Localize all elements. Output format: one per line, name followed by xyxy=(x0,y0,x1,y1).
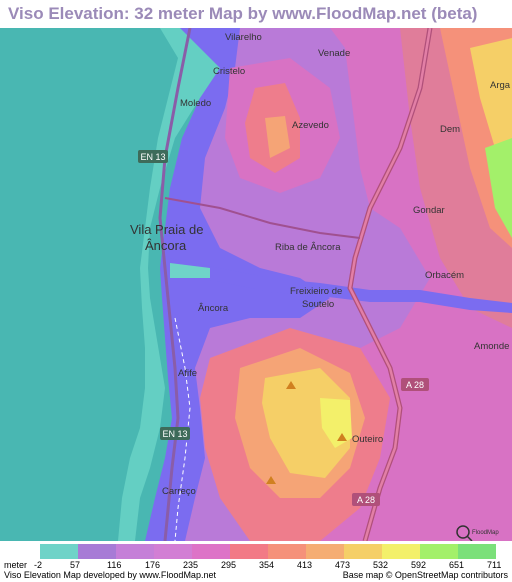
legend-label: 116 xyxy=(107,560,122,570)
place-label: Moledo xyxy=(180,98,211,109)
place-label: Soutelo xyxy=(302,299,334,310)
legend-color-bar xyxy=(40,544,496,559)
legend-label: 354 xyxy=(259,560,275,570)
road-shield-label: A 28 xyxy=(406,380,424,390)
legend-label: 651 xyxy=(449,560,465,570)
place-label: Arga xyxy=(490,80,511,91)
elevation-map[interactable]: EN 13 A 28 EN 13 A 28 Vilarelho Venade C… xyxy=(0,28,512,541)
road-shield-a28-lower: A 28 xyxy=(352,493,380,506)
place-label-town: Vila Praia de xyxy=(130,222,203,237)
road-shield-en13-north: EN 13 xyxy=(138,150,168,163)
place-label: Âncora xyxy=(198,303,229,314)
road-shield-label: A 28 xyxy=(357,495,375,505)
legend-swatch xyxy=(458,544,496,559)
legend-swatch xyxy=(40,544,78,559)
legend-swatch xyxy=(78,544,116,559)
place-label: Outeiro xyxy=(352,434,383,445)
legend-swatch xyxy=(344,544,382,559)
legend-label: 235 xyxy=(183,560,199,570)
legend-swatch xyxy=(154,544,192,559)
legend-swatch xyxy=(268,544,306,559)
footer-credit: Viso Elevation Map developed by www.Floo… xyxy=(4,570,216,580)
place-label: Orbacém xyxy=(425,270,464,281)
legend-swatch xyxy=(382,544,420,559)
legend-label: 413 xyxy=(297,560,313,570)
legend-label: -2 xyxy=(34,560,43,570)
legend-unit-label: meter xyxy=(4,560,28,570)
footer: Viso Elevation Map developed by www.Floo… xyxy=(0,570,512,582)
place-label: Azevedo xyxy=(292,120,329,131)
legend-swatch xyxy=(230,544,268,559)
road-shield-en13-south: EN 13 xyxy=(160,427,190,440)
footer-attribution: Base map © OpenStreetMap contributors xyxy=(342,570,508,580)
place-label: Afife xyxy=(178,368,197,379)
page-title: Viso Elevation: 32 meter Map by www.Floo… xyxy=(0,0,512,28)
place-label: Freixieiro de xyxy=(290,286,342,297)
road-shield-a28-south: A 28 xyxy=(401,378,429,391)
legend-label: 532 xyxy=(373,560,389,570)
legend-label: 711 xyxy=(487,560,502,570)
legend-swatch xyxy=(116,544,154,559)
place-label: Carreço xyxy=(162,486,196,497)
place-label: Cristelo xyxy=(213,66,245,77)
legend-swatch xyxy=(420,544,458,559)
map-canvas[interactable]: EN 13 A 28 EN 13 A 28 Vilarelho Venade C… xyxy=(0,28,512,541)
place-label: Amonde xyxy=(474,341,509,352)
legend-label: 57 xyxy=(70,560,81,570)
legend-label: 176 xyxy=(145,560,161,570)
place-label: Gondar xyxy=(413,205,445,216)
watermark-text: FloodMap xyxy=(472,530,499,536)
road-shield-label: EN 13 xyxy=(162,429,187,439)
legend-swatch xyxy=(306,544,344,559)
place-label: Dem xyxy=(440,124,460,135)
legend-label: 473 xyxy=(335,560,351,570)
place-label: Riba de Âncora xyxy=(275,242,341,253)
place-label: Venade xyxy=(318,48,350,59)
legend-label: 592 xyxy=(411,560,427,570)
legend-swatch xyxy=(192,544,230,559)
place-label: Vilarelho xyxy=(225,32,262,43)
road-shield-label: EN 13 xyxy=(140,152,165,162)
legend-label: 295 xyxy=(221,560,237,570)
place-label-town: Âncora xyxy=(145,238,187,253)
